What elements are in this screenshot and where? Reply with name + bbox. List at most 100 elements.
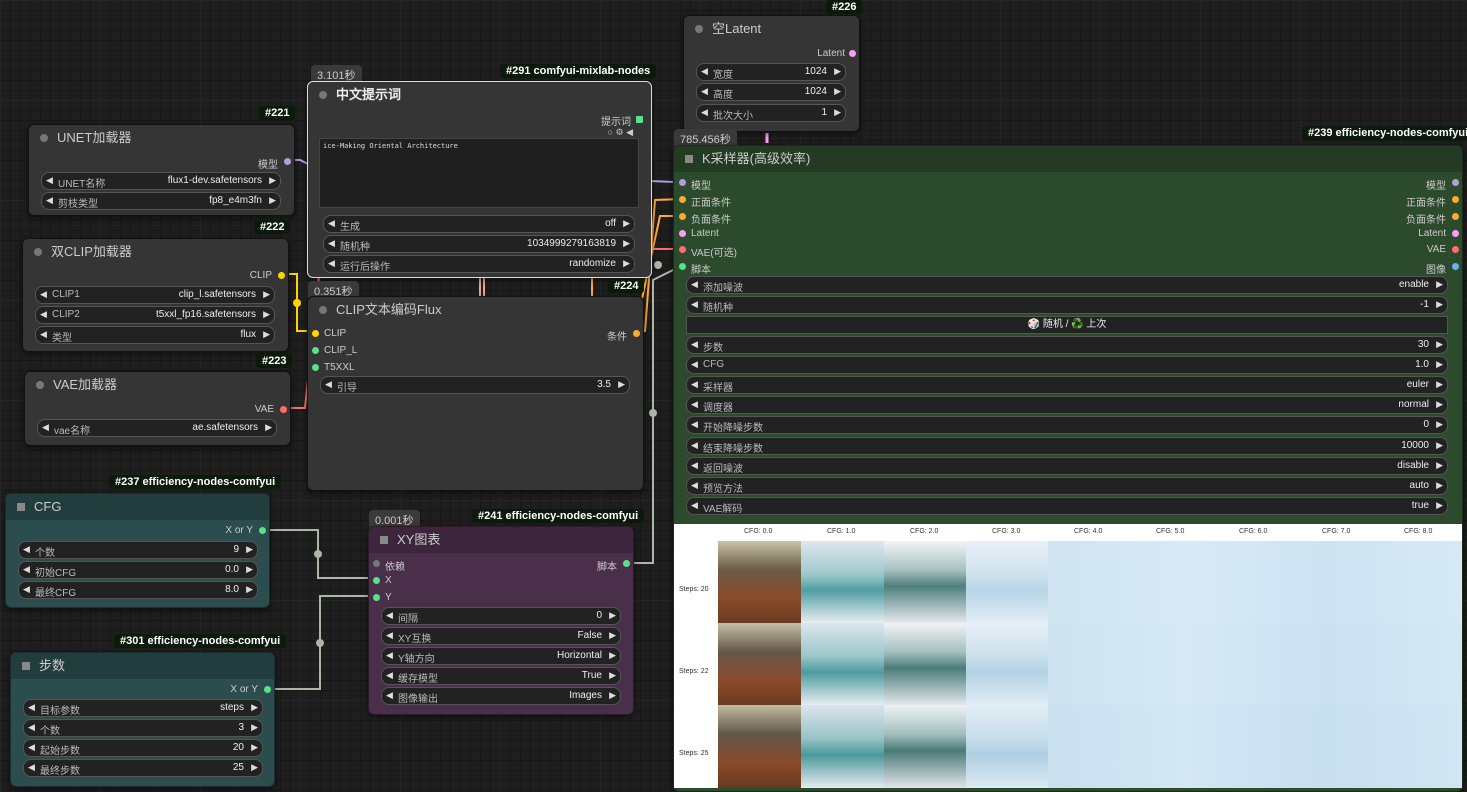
node-xy-input-steps[interactable]: 步数 X or Y ◀ 目标参数 steps ▶ ◀ 个数 3 ▶ ◀ 起始步数 20 ▶ ◀ 最终… (10, 652, 275, 787)
unet-name-widget[interactable]: ◀ UNET名称 flux1-dev.safetensors ▶ (41, 172, 281, 190)
start-cfg-widget[interactable]: ◀ 初始CFG 0.0 ▶ (18, 561, 258, 579)
sampler-widget[interactable]: ◀ 采样器 euler ▶ (686, 376, 1448, 394)
seed-random-last-button[interactable]: 🎲 随机 / ♻️ 上次 (686, 316, 1448, 334)
spacing-widget[interactable]: ◀ 间隔 0 ▶ (381, 607, 621, 625)
positive-output-socket[interactable] (1452, 196, 1459, 203)
vae-decode-widget[interactable]: ◀ VAE解码 true ▶ (686, 497, 1448, 515)
steps-widget[interactable]: ◀ 步数 30 ▶ (686, 336, 1448, 354)
conditioning-output-socket[interactable] (633, 330, 640, 337)
start-steps-widget[interactable]: ◀ 起始步数 20 ▶ (23, 739, 263, 757)
latent-output-socket[interactable] (1452, 230, 1459, 237)
model-output-socket[interactable] (284, 158, 291, 165)
positive-input-socket[interactable] (679, 196, 686, 203)
end-cfg-widget[interactable]: ◀ 最终CFG 8.0 ▶ (18, 581, 258, 599)
seed-widget[interactable]: ◀ 随机种 1034999279163819 ▶ (323, 235, 635, 253)
input-clip-label: CLIP (324, 328, 347, 339)
count-widget[interactable]: ◀ 个数 9 ▶ (18, 541, 258, 559)
collapse-square[interactable] (685, 155, 693, 163)
toolbar-icons[interactable]: ○ ⚙ ◀ (608, 127, 633, 138)
model-input-socket[interactable] (679, 179, 686, 186)
node-title: VAE加载器 (53, 377, 118, 392)
return-noise-widget[interactable]: ◀ 返回噪波 disable ▶ (686, 457, 1448, 475)
node-clip-text-encode-flux[interactable]: CLIP文本编码Flux CLIP CLIP_L T5XXL 条件 ◀ 引导 3.5… (307, 296, 644, 491)
input-x-label: X (385, 575, 392, 586)
node-vae-loader[interactable]: VAE加载器 VAE ◀ vae名称 ae.safetensors ▶ (24, 371, 291, 446)
width-widget[interactable]: ◀ 宽度 1024 ▶ (696, 63, 846, 81)
collapse-dot[interactable] (36, 381, 44, 389)
height-widget[interactable]: ◀ 高度 1024 ▶ (696, 83, 846, 101)
negative-output-socket[interactable] (1452, 213, 1459, 220)
guidance-widget[interactable]: ◀ 引导 3.5 ▶ (320, 376, 630, 394)
collapse-square[interactable] (17, 503, 25, 511)
batch-size-widget[interactable]: ◀ 批次大小 1 ▶ (696, 104, 846, 122)
collapse-square[interactable] (22, 662, 30, 670)
xy-output-socket[interactable] (259, 527, 266, 534)
dependency-input-socket[interactable] (373, 560, 380, 567)
scheduler-widget[interactable]: ◀ 调度器 normal ▶ (686, 396, 1448, 414)
latent-input-socket[interactable] (679, 230, 686, 237)
add-noise-widget[interactable]: ◀ 添加噪波 enable ▶ (686, 276, 1448, 294)
y-input-socket[interactable] (373, 594, 380, 601)
collapse-dot[interactable] (319, 91, 327, 99)
node-chinese-prompt[interactable]: 中文提示词 提示词 ○ ⚙ ◀ ice-Making Oriental Arch… (307, 81, 652, 278)
weight-dtype-widget[interactable]: ◀ 剪枝类型 fp8_e4m3fn ▶ (41, 192, 281, 210)
clip-output-socket[interactable] (278, 272, 285, 279)
output-label: X or Y (225, 525, 253, 536)
end-step-widget[interactable]: ◀ 结束降噪步数 10000 ▶ (686, 437, 1448, 455)
wire-prompt (479, 276, 485, 296)
row-header: Steps: 20 (679, 586, 709, 593)
collapse-dot[interactable] (34, 248, 42, 256)
collapse-dot[interactable] (695, 25, 703, 33)
node-xy-plot[interactable]: XY图表 依赖 X Y 脚本 ◀ 间隔 0 ▶ ◀ XY互换 False ▶ ◀ Y轴方向 Ho… (368, 526, 634, 715)
input-clip-l-label: CLIP_L (324, 345, 358, 356)
script-input-socket[interactable] (679, 263, 686, 270)
clip-input-socket[interactable] (312, 330, 319, 337)
generate-widget[interactable]: ◀ 生成 off ▶ (323, 215, 635, 233)
vae-output-socket[interactable] (1452, 246, 1459, 253)
negative-input-socket[interactable] (679, 213, 686, 220)
output-label: CLIP (249, 270, 272, 281)
clip2-widget[interactable]: ◀ CLIP2 t5xxl_fp16.safetensors ▶ (35, 306, 275, 324)
vae-name-widget[interactable]: ◀ vae名称 ae.safetensors ▶ (37, 419, 277, 437)
prompt-textarea[interactable]: ice-Making Oriental Architecture (319, 138, 639, 208)
preview-method-widget[interactable]: ◀ 预览方法 auto ▶ (686, 477, 1448, 495)
node-xy-input-cfg[interactable]: CFG X or Y ◀ 个数 9 ▶ ◀ 初始CFG 0.0 ▶ ◀ 最终CFG 8.0 ▶ (5, 493, 270, 608)
xy-flip-widget[interactable]: ◀ XY互换 False ▶ (381, 627, 621, 645)
type-widget[interactable]: ◀ 类型 flux ▶ (35, 326, 275, 344)
vae-input-socket[interactable] (679, 246, 686, 253)
end-steps-widget[interactable]: ◀ 最终步数 25 ▶ (23, 759, 263, 777)
target-param-widget[interactable]: ◀ 目标参数 steps ▶ (23, 699, 263, 717)
node-unet-loader[interactable]: UNET加载器 模型 ◀ UNET名称 flux1-dev.safetensors ▶… (28, 124, 295, 216)
vae-output-socket[interactable] (280, 406, 287, 413)
script-output-socket[interactable] (623, 560, 630, 567)
clip-l-input-socket[interactable] (312, 347, 319, 354)
y-label-orientation-widget[interactable]: ◀ Y轴方向 Horizontal ▶ (381, 647, 621, 665)
clip1-widget[interactable]: ◀ CLIP1 clip_l.safetensors ▶ (35, 286, 275, 304)
node-301-badge: #301 efficiency-nodes-comfyui (114, 634, 287, 648)
after-run-widget[interactable]: ◀ 运行后操作 randomize ▶ (323, 255, 635, 273)
node-237-badge: #237 efficiency-nodes-comfyui (109, 475, 282, 489)
node-dual-clip-loader[interactable]: 双CLIP加载器 CLIP ◀ CLIP1 clip_l.safetensors ▶ … (22, 238, 289, 352)
output-label: 提示词 (601, 117, 631, 128)
count-widget[interactable]: ◀ 个数 3 ▶ (23, 719, 263, 737)
output-negative-label: 负面条件 (1406, 215, 1446, 226)
seed-widget[interactable]: ◀ 随机种 -1 ▶ (686, 296, 1448, 314)
plot-cell (884, 541, 966, 623)
x-input-socket[interactable] (373, 577, 380, 584)
prompt-output-socket[interactable] (636, 116, 643, 123)
cache-models-widget[interactable]: ◀ 缓存模型 True ▶ (381, 667, 621, 685)
model-output-socket[interactable] (1452, 179, 1459, 186)
collapse-dot[interactable] (319, 306, 327, 314)
image-output-widget[interactable]: ◀ 图像输出 Images ▶ (381, 687, 621, 705)
cfg-widget[interactable]: ◀ CFG 1.0 ▶ (686, 356, 1448, 374)
image-output-socket[interactable] (1452, 263, 1459, 270)
xy-output-socket[interactable] (264, 686, 271, 693)
node-ksampler-efficient[interactable]: K采样器(高级效率) 模型 正面条件 负面条件 Latent VAE(可选) 脚… (673, 145, 1463, 792)
latent-output-socket[interactable] (849, 50, 856, 57)
start-step-widget[interactable]: ◀ 开始降噪步数 0 ▶ (686, 416, 1448, 434)
node-empty-latent[interactable]: 空Latent Latent ◀ 宽度 1024 ▶ ◀ 高度 1024 ▶ ◀ 批次大小 1 ▶ (683, 15, 860, 132)
input-y-label: Y (385, 592, 392, 603)
collapse-dot[interactable] (40, 134, 48, 142)
collapse-square[interactable] (380, 536, 388, 544)
t5xxl-input-socket[interactable] (312, 364, 319, 371)
